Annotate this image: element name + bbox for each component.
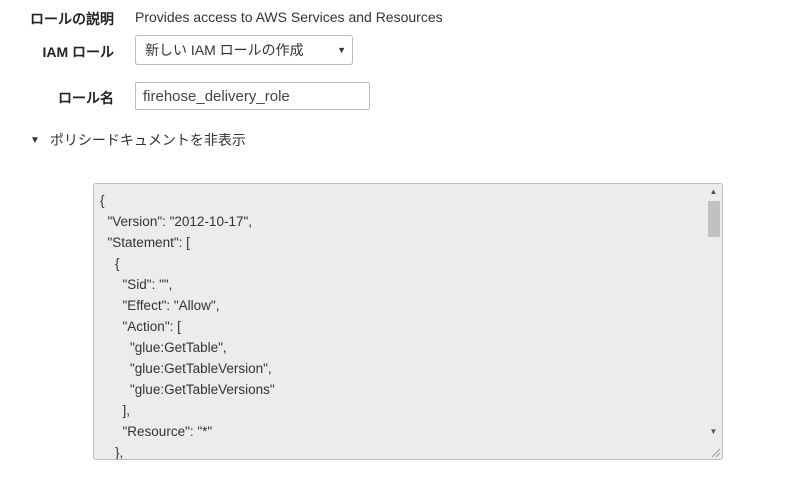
role-name-input[interactable]: [135, 82, 370, 110]
role-name-label: ロール名: [58, 90, 114, 106]
caret-down-icon: ▼: [30, 134, 40, 146]
policy-document-toggle[interactable]: ▼ ポリシードキュメントを非表示: [30, 130, 246, 150]
iam-role-selected-value: 新しい IAM ロールの作成: [145, 42, 304, 58]
role-description-value: Provides access to AWS Services and Reso…: [135, 9, 443, 25]
iam-role-label: IAM ロール: [42, 44, 114, 60]
scroll-up-arrow-icon[interactable]: ▲: [705, 185, 722, 199]
policy-document-editor[interactable]: { "Version": "2012-10-17", "Statement": …: [93, 183, 723, 460]
scrollbar-thumb[interactable]: [708, 201, 720, 237]
editor-scrollbar[interactable]: ▲ ▼: [705, 184, 722, 459]
policy-document-toggle-label: ポリシードキュメントを非表示: [49, 132, 246, 148]
chevron-down-icon: ▼: [337, 45, 346, 55]
policy-document-text[interactable]: { "Version": "2012-10-17", "Statement": …: [100, 190, 702, 459]
scroll-down-arrow-icon[interactable]: ▼: [705, 425, 722, 439]
resize-handle-icon[interactable]: [710, 447, 720, 457]
role-description-label: ロールの説明: [30, 11, 114, 27]
iam-role-select[interactable]: 新しい IAM ロールの作成 ▼: [135, 35, 353, 65]
